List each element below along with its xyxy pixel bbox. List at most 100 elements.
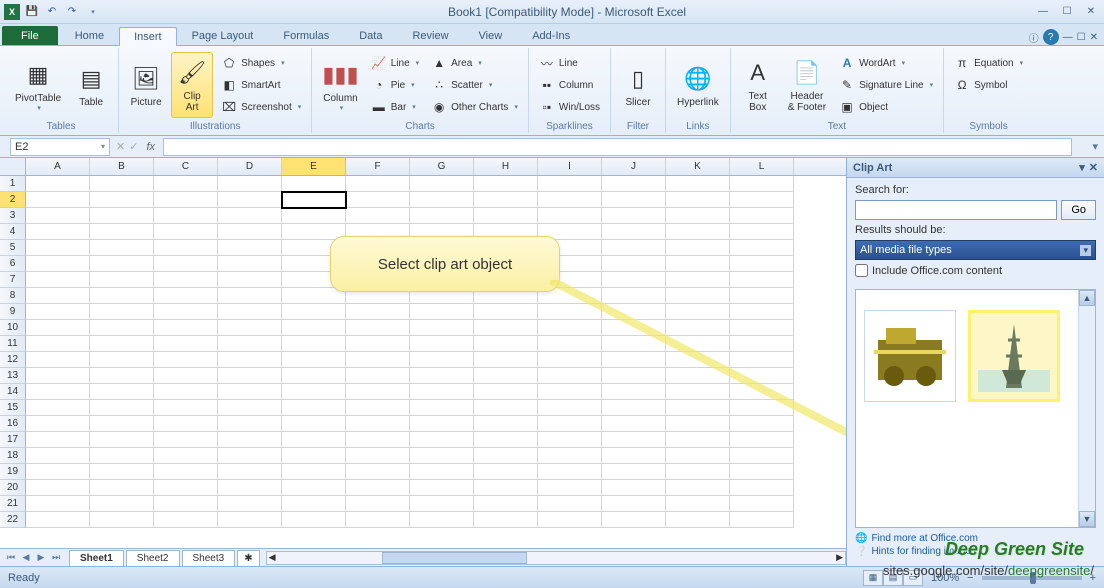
area-chart-button[interactable]: ▲Area xyxy=(427,53,522,74)
row-header[interactable]: 6 xyxy=(0,256,26,272)
row-header[interactable]: 2 xyxy=(0,192,26,208)
pie-chart-button[interactable]: ◔Pie xyxy=(367,75,423,96)
textbox-button[interactable]: AText Box xyxy=(737,52,779,118)
object-button[interactable]: ▣Object xyxy=(835,97,937,118)
hints-link[interactable]: ❔Hints for finding images xyxy=(855,545,1096,558)
row-header[interactable]: 5 xyxy=(0,240,26,256)
clipart-button[interactable]: 🖌Clip Art xyxy=(171,52,213,118)
column-header[interactable]: G xyxy=(410,158,474,175)
row-header[interactable]: 7 xyxy=(0,272,26,288)
tab-formulas[interactable]: Formulas xyxy=(268,26,344,45)
column-header[interactable]: C xyxy=(154,158,218,175)
sheet-nav-last-icon[interactable]: ⏭ xyxy=(49,552,63,563)
tab-data[interactable]: Data xyxy=(344,26,397,45)
tab-review[interactable]: Review xyxy=(397,26,463,45)
tab-view[interactable]: View xyxy=(464,26,518,45)
scroll-down-icon[interactable]: ▼ xyxy=(1079,511,1095,527)
fx-icon[interactable]: fx xyxy=(146,141,155,153)
column-header[interactable]: D xyxy=(218,158,282,175)
column-header[interactable]: B xyxy=(90,158,154,175)
mdi-restore-icon[interactable]: ☐ xyxy=(1077,32,1086,43)
row-header[interactable]: 1 xyxy=(0,176,26,192)
view-page-layout-button[interactable]: ▤ xyxy=(883,570,903,586)
find-more-link[interactable]: 🌐Find more at Office.com xyxy=(855,532,1096,545)
row-header[interactable]: 21 xyxy=(0,496,26,512)
row-header[interactable]: 18 xyxy=(0,448,26,464)
close-button[interactable]: ✕ xyxy=(1082,5,1100,19)
cells-area[interactable] xyxy=(26,176,846,528)
tab-addins[interactable]: Add-Ins xyxy=(517,26,585,45)
select-all-corner[interactable] xyxy=(0,158,26,175)
redo-icon[interactable]: ↷ xyxy=(64,4,80,20)
view-normal-button[interactable]: ▦ xyxy=(863,570,883,586)
picture-button[interactable]: 🖼Picture xyxy=(125,52,167,118)
zoom-in-button[interactable]: + xyxy=(1090,572,1096,584)
column-header[interactable]: E xyxy=(282,158,346,175)
clipart-result-1[interactable] xyxy=(864,310,956,402)
go-button[interactable]: Go xyxy=(1061,200,1096,220)
screenshot-button[interactable]: ⌧Screenshot xyxy=(217,97,305,118)
sheet-tab-2[interactable]: Sheet2 xyxy=(126,550,180,566)
signature-line-button[interactable]: ✎Signature Line xyxy=(835,75,937,96)
mdi-close-icon[interactable]: ✕ xyxy=(1090,32,1098,43)
column-chart-button[interactable]: ▮▮▮Column xyxy=(318,52,362,118)
row-header[interactable]: 20 xyxy=(0,480,26,496)
row-header[interactable]: 19 xyxy=(0,464,26,480)
row-header[interactable]: 9 xyxy=(0,304,26,320)
scroll-up-icon[interactable]: ▲ xyxy=(1079,290,1095,306)
smartart-button[interactable]: ◧SmartArt xyxy=(217,75,305,96)
clipart-search-input[interactable] xyxy=(855,200,1057,220)
expand-formula-bar-icon[interactable]: ▾ xyxy=(1092,140,1098,153)
column-header[interactable]: H xyxy=(474,158,538,175)
minimize-button[interactable]: — xyxy=(1034,5,1052,19)
row-header[interactable]: 3 xyxy=(0,208,26,224)
mdi-minimize-icon[interactable]: — xyxy=(1063,32,1073,43)
column-header[interactable]: A xyxy=(26,158,90,175)
tab-page-layout[interactable]: Page Layout xyxy=(177,26,269,45)
bar-chart-button[interactable]: ▬Bar xyxy=(367,97,423,118)
qat-customize-icon[interactable] xyxy=(84,4,100,20)
include-office-checkbox[interactable] xyxy=(855,264,868,277)
scatter-chart-button[interactable]: ∴Scatter xyxy=(427,75,522,96)
name-box[interactable]: E2 xyxy=(10,138,110,156)
symbol-button[interactable]: ΩSymbol xyxy=(950,75,1027,96)
shapes-button[interactable]: ⬠Shapes xyxy=(217,53,305,74)
sparkline-column-button[interactable]: ▪▪Column xyxy=(535,75,604,96)
tab-file[interactable]: File xyxy=(2,26,58,45)
wordart-button[interactable]: AWordArt xyxy=(835,53,937,74)
sparkline-winloss-button[interactable]: ▫▪Win/Loss xyxy=(535,97,604,118)
row-header[interactable]: 13 xyxy=(0,368,26,384)
line-chart-button[interactable]: 📈Line xyxy=(367,53,423,74)
pane-menu-icon[interactable]: ▾ xyxy=(1079,161,1085,174)
column-header[interactable]: L xyxy=(730,158,794,175)
save-icon[interactable]: 💾 xyxy=(24,4,40,20)
view-page-break-button[interactable]: ▭ xyxy=(903,570,923,586)
row-header[interactable]: 15 xyxy=(0,400,26,416)
formula-input[interactable] xyxy=(163,138,1072,156)
row-header[interactable]: 10 xyxy=(0,320,26,336)
column-header[interactable]: F xyxy=(346,158,410,175)
sheet-nav-prev-icon[interactable]: ◀ xyxy=(19,552,33,563)
other-charts-button[interactable]: ◉Other Charts xyxy=(427,97,522,118)
media-types-combo[interactable]: All media file types xyxy=(855,240,1096,260)
sheet-nav-next-icon[interactable]: ▶ xyxy=(34,552,48,563)
sparkline-line-button[interactable]: 〰Line xyxy=(535,53,604,74)
sheet-tab-1[interactable]: Sheet1 xyxy=(69,550,124,566)
row-header[interactable]: 12 xyxy=(0,352,26,368)
row-header[interactable]: 16 xyxy=(0,416,26,432)
header-footer-button[interactable]: 📄Header & Footer xyxy=(783,52,831,118)
row-header[interactable]: 11 xyxy=(0,336,26,352)
spreadsheet-grid[interactable]: ABCDEFGHIJKL 123456789101112131415161718… xyxy=(0,158,846,566)
sheet-nav-first-icon[interactable]: ⏮ xyxy=(4,552,18,563)
tab-insert[interactable]: Insert xyxy=(119,27,177,46)
row-header[interactable]: 14 xyxy=(0,384,26,400)
zoom-out-button[interactable]: − xyxy=(967,572,973,584)
new-sheet-button[interactable]: ✱ xyxy=(237,550,259,566)
restore-button[interactable]: ☐ xyxy=(1058,5,1076,19)
column-header[interactable]: J xyxy=(602,158,666,175)
enter-formula-icon[interactable]: ✓ xyxy=(129,140,138,153)
table-button[interactable]: ▤Table xyxy=(70,52,112,118)
zoom-slider[interactable] xyxy=(982,576,1082,580)
sheet-tab-3[interactable]: Sheet3 xyxy=(182,550,236,566)
tab-home[interactable]: Home xyxy=(60,26,119,45)
